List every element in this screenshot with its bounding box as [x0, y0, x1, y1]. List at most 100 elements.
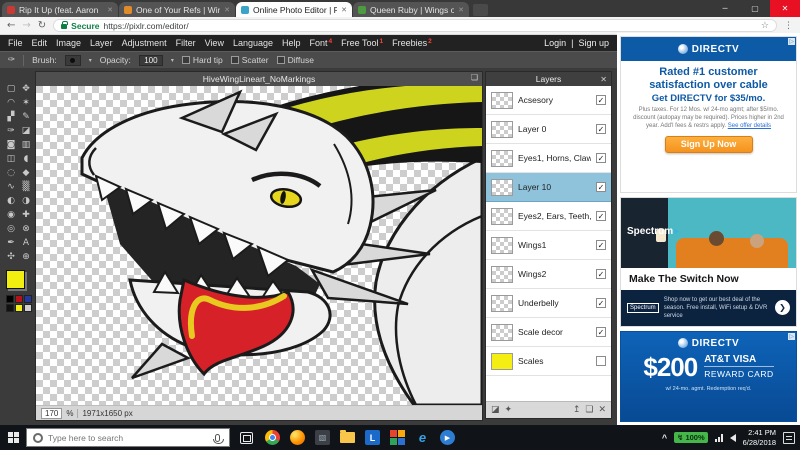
brush-preset-picker[interactable] — [65, 55, 81, 66]
browser-menu-icon[interactable]: ⋮ — [784, 21, 793, 31]
edge-icon[interactable]: e — [415, 430, 430, 445]
tool-lasso[interactable]: ◠ — [4, 96, 18, 110]
menu-view[interactable]: View — [205, 38, 224, 48]
palette-swatch[interactable] — [6, 295, 14, 303]
speaker-icon[interactable] — [730, 434, 736, 442]
zoom-input[interactable]: 170 — [41, 408, 62, 419]
microphone-icon[interactable] — [215, 434, 220, 442]
menu-font[interactable]: Font4 — [310, 38, 333, 48]
file-explorer-icon[interactable] — [340, 432, 355, 443]
layer-mask-icon[interactable]: ◪ — [491, 405, 500, 415]
tray-chevron-icon[interactable]: ^ — [662, 433, 667, 443]
tab-close-icon[interactable]: ✕ — [458, 6, 464, 14]
layer-visibility-checkbox[interactable]: ✓ — [596, 182, 606, 192]
window-close-icon[interactable]: ✕ — [770, 0, 800, 17]
browser-tab-2[interactable]: One of Your Refs | Wings ✕ — [119, 2, 235, 17]
taskbar-search[interactable] — [26, 428, 230, 447]
blue-l-app-icon[interactable]: L — [365, 430, 380, 445]
chevron-down-icon[interactable]: ▾ — [89, 57, 92, 64]
chevron-down-icon[interactable]: ▾ — [171, 57, 174, 64]
task-view-icon[interactable] — [240, 432, 253, 444]
tool-brush[interactable]: ✑ — [4, 124, 18, 138]
tab-close-icon[interactable]: ✕ — [341, 6, 347, 14]
menu-free-tool[interactable]: Free Tool1 — [341, 38, 383, 48]
bookmark-star-icon[interactable]: ☆ — [761, 21, 769, 31]
new-layer-icon[interactable]: ❏ — [585, 405, 593, 415]
layer-visibility-checkbox[interactable] — [596, 356, 606, 366]
layer-visibility-checkbox[interactable]: ✓ — [596, 298, 606, 308]
tool-pencil[interactable]: ✎ — [19, 110, 33, 124]
tool-eraser[interactable]: ◪ — [19, 124, 33, 138]
menu-help[interactable]: Help — [282, 38, 301, 48]
opacity-value[interactable]: 100 — [139, 55, 163, 66]
taskbar-clock[interactable]: 2:41 PM 6/28/2018 — [743, 428, 776, 448]
directv-bottom-ad[interactable]: ▷ DIRECTV $200 AT&T VISA REWARD CARD w/ … — [620, 331, 797, 422]
layer-styles-icon[interactable]: ✦ — [505, 405, 513, 415]
canvas-drawing-area[interactable] — [36, 86, 482, 405]
layer-visibility-checkbox[interactable]: ✓ — [596, 95, 606, 105]
color-grid-app-icon[interactable] — [390, 430, 405, 445]
tool-blur[interactable]: ◌ — [4, 166, 18, 180]
layer-visibility-checkbox[interactable]: ✓ — [596, 124, 606, 134]
diffuse-option[interactable]: Diffuse — [277, 55, 314, 65]
browser-tab-3-active[interactable]: Online Photo Editor | Pixl ✕ — [236, 2, 352, 17]
layer-row-eyes2[interactable]: Eyes2, Ears, Teeth, Horn ✓ — [486, 202, 611, 231]
window-minimize-icon[interactable]: ─ — [710, 0, 740, 17]
tool-bloat[interactable]: ◎ — [4, 222, 18, 236]
new-tab-button[interactable] — [473, 4, 488, 16]
layer-row-wings1[interactable]: Wings1 ✓ — [486, 231, 611, 260]
layer-visibility-checkbox[interactable]: ✓ — [596, 327, 606, 337]
menu-filter[interactable]: Filter — [176, 38, 196, 48]
tool-marquee[interactable]: ▢ — [4, 82, 18, 96]
network-icon[interactable] — [715, 434, 723, 442]
firefox-icon[interactable] — [290, 430, 305, 445]
diffuse-checkbox[interactable] — [277, 56, 285, 64]
back-icon[interactable]: ← — [7, 21, 15, 31]
layer-visibility-checkbox[interactable]: ✓ — [596, 269, 606, 279]
tool-zoom[interactable]: ⊕ — [19, 250, 33, 264]
url-omnibox[interactable]: Secure https://pixlr.com/editor/ ☆ — [53, 19, 777, 32]
tool-sponge[interactable]: ▒ — [19, 180, 33, 194]
menu-file[interactable]: File — [8, 38, 23, 48]
menu-freebies[interactable]: Freebies2 — [392, 38, 432, 48]
tool-color-picker[interactable]: ✒ — [4, 236, 18, 250]
tool-dodge[interactable]: ◐ — [4, 194, 18, 208]
menu-adjustment[interactable]: Adjustment — [122, 38, 167, 48]
menu-layer[interactable]: Layer — [90, 38, 113, 48]
sign-up-now-button[interactable]: Sign Up Now — [665, 136, 753, 153]
layer-row-scale-decor[interactable]: Scale decor ✓ — [486, 318, 611, 347]
tool-color-replace[interactable]: ◖ — [19, 152, 33, 166]
tool-red-eye[interactable]: ◉ — [4, 208, 18, 222]
layer-row-underbelly[interactable]: Underbelly ✓ — [486, 289, 611, 318]
reload-icon[interactable]: ↻ — [38, 21, 46, 31]
close-icon[interactable]: ✕ — [600, 75, 607, 84]
adchoices-icon[interactable]: ▷ — [788, 38, 795, 45]
tool-pinch[interactable]: ⊗ — [19, 222, 33, 236]
canvas-dock-icon[interactable]: ❏ — [471, 73, 478, 82]
tool-type[interactable]: A — [19, 236, 33, 250]
primary-color-swatch[interactable] — [6, 270, 25, 289]
tool-clone-stamp[interactable]: ◫ — [4, 152, 18, 166]
layer-row-eyes1[interactable]: Eyes1, Horns, Claws ✓ — [486, 144, 611, 173]
layer-row-acsesory[interactable]: Acsesory ✓ — [486, 86, 611, 115]
spectrum-ad[interactable]: Spectrum ▸ Make The Switch Now Spectrum … — [620, 197, 797, 327]
palette-swatch[interactable] — [24, 295, 32, 303]
layer-visibility-checkbox[interactable]: ✓ — [596, 153, 606, 163]
tool-hand[interactable]: ✣ — [4, 250, 18, 264]
forward-icon[interactable]: → — [22, 21, 30, 31]
tool-sharpen[interactable]: ◆ — [19, 166, 33, 180]
search-input[interactable] — [48, 433, 210, 443]
tool-wand[interactable]: ✶ — [19, 96, 33, 110]
adchoices-icon[interactable]: ▷ — [788, 333, 795, 340]
hard-tip-checkbox[interactable] — [182, 56, 190, 64]
menu-edit[interactable]: Edit — [32, 38, 48, 48]
scatter-option[interactable]: Scatter — [231, 55, 269, 65]
tool-burn[interactable]: ◑ — [19, 194, 33, 208]
menu-image[interactable]: Image — [56, 38, 81, 48]
action-center-icon[interactable] — [783, 432, 795, 444]
layer-row-layer-0[interactable]: Layer 0 ✓ — [486, 115, 611, 144]
tool-spot-heal[interactable]: ✚ — [19, 208, 33, 222]
directv-top-ad[interactable]: ▷ DIRECTV Rated #1 customer satisfaction… — [620, 36, 797, 193]
browser-tab-4[interactable]: Queen Ruby | Wings of F ✕ — [353, 2, 469, 17]
menu-language[interactable]: Language — [233, 38, 273, 48]
